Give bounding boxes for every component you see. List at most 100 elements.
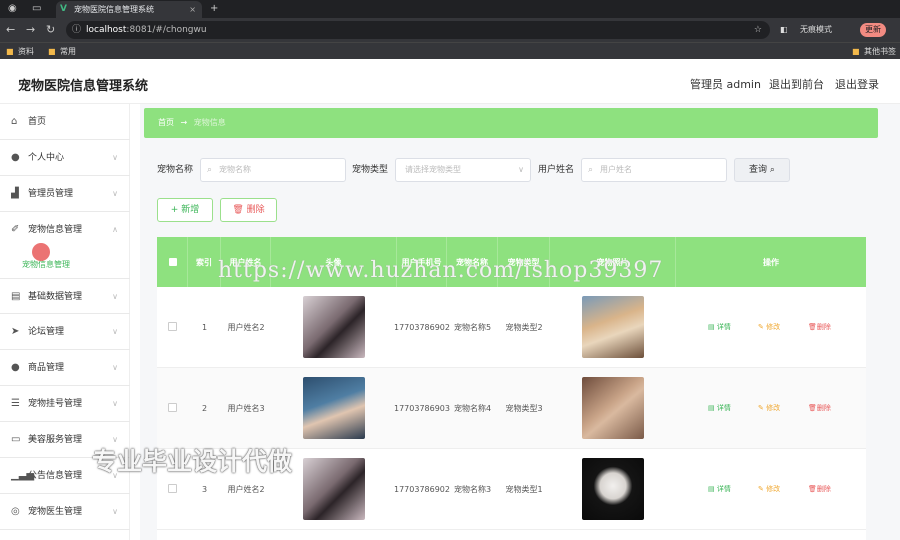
back-to-front-link[interactable]: 退出到前台 — [769, 76, 824, 92]
row-delete-button[interactable]: 🗑删除 — [808, 402, 831, 414]
cell-pet-type: 宠物类型1 — [505, 484, 543, 494]
new-tab-button[interactable]: + — [210, 2, 218, 16]
url-path: :8081/#/chongwu — [126, 25, 207, 35]
table-row: 2 用户姓名3 17703786903 宠物名称4 宠物类型3 ▤ 详情 ✎ 修… — [157, 368, 866, 449]
sidebar-item-label: 宠物信息管理 — [28, 225, 83, 235]
avatar-image — [303, 377, 365, 439]
update-button[interactable]: 更新 — [860, 23, 886, 37]
breadcrumb-home[interactable]: 首页 — [158, 118, 174, 127]
browser-tab-title: 宠物医院信息管理系统 — [74, 5, 154, 14]
chevron-down-icon: ∨ — [112, 399, 118, 408]
pet-type-select[interactable]: 请选择宠物类型 ∨ — [395, 158, 531, 182]
pet-photo-image — [582, 296, 644, 358]
paw-icon: ✐ — [11, 224, 20, 235]
cell-pet-name: 宠物名称3 — [453, 484, 492, 494]
cell-phone: 17703786902 — [394, 484, 450, 494]
trash-icon: 🗑 — [808, 404, 817, 412]
browser-tab[interactable]: V 宠物医院信息管理系统 × — [56, 1, 202, 18]
sidebar-subitem-pet-info[interactable]: 宠物信息管理 — [0, 254, 130, 276]
sidebar-item-label: 基础数据管理 — [28, 292, 83, 302]
edit-button[interactable]: ✎ 修改 — [758, 321, 780, 333]
trash-icon: 🗑 — [808, 485, 817, 493]
sidebar-item-goods[interactable]: ● 商品管理 ∨ — [0, 350, 130, 386]
search-icon: ⌕ — [207, 165, 213, 175]
col-index: 索引 — [188, 237, 221, 287]
detail-button[interactable]: ▤ 详情 — [708, 483, 731, 495]
edit-icon: ✎ — [758, 404, 767, 412]
pet-name-placeholder: 宠物名称 — [219, 165, 251, 174]
select-all-cell — [157, 237, 188, 287]
tab-overview-icon[interactable]: ▭ — [32, 2, 41, 16]
list-icon: ☰ — [11, 398, 20, 409]
query-button[interactable]: 查询 ⌕ — [734, 158, 790, 182]
bookmark-1[interactable]: 资料 — [18, 46, 34, 57]
folder-icon: ■ — [852, 47, 860, 56]
logout-link[interactable]: 退出登录 — [835, 76, 879, 92]
edit-button-label: 修改 — [766, 404, 781, 412]
row-delete-label: 删除 — [816, 323, 831, 331]
detail-button[interactable]: ▤ 详情 — [708, 402, 731, 414]
sidebar-item-home[interactable]: ⌂ 首页 — [0, 104, 130, 140]
cell-phone: 17703786902 — [394, 322, 450, 332]
avatar-image — [303, 458, 365, 520]
address-bar[interactable]: ⓘ localhost:8081/#/chongwu ☆ — [66, 21, 770, 39]
search-icon: ⌕ — [588, 165, 594, 175]
sidebar-item-label: 论坛管理 — [28, 327, 65, 337]
breadcrumb: 首页 → 宠物信息 — [144, 108, 878, 138]
sidebar-item-label: 首页 — [28, 117, 47, 127]
trash-icon: 🗑 — [808, 323, 817, 331]
row-delete-button[interactable]: 🗑删除 — [808, 483, 831, 495]
select-all-checkbox[interactable] — [169, 258, 177, 266]
add-button[interactable]: + 新增 — [157, 198, 213, 222]
url-watermark: https://www.huzhan.com/ishop39397 — [218, 258, 664, 283]
sidebar-item-admin[interactable]: ▟ 管理员管理 ∨ — [0, 176, 130, 212]
row-checkbox[interactable] — [168, 403, 177, 412]
chevron-down-icon: ∨ — [112, 292, 118, 301]
sidebar-item-label: 管理员管理 — [28, 189, 74, 199]
chevron-up-icon: ∧ — [112, 225, 118, 234]
chevron-down-icon: ∨ — [112, 153, 118, 162]
row-delete-label: 删除 — [816, 404, 831, 412]
edit-button-label: 修改 — [766, 323, 781, 331]
reload-icon[interactable]: ↻ — [46, 23, 55, 37]
data-icon: ▤ — [11, 291, 21, 302]
incognito-label[interactable]: 无痕模式 — [800, 22, 832, 38]
user-icon: ● — [11, 362, 20, 373]
row-delete-button[interactable]: 🗑删除 — [808, 321, 831, 333]
detail-button[interactable]: ▤ 详情 — [708, 321, 731, 333]
browser-menu-icon[interactable]: ◉ — [8, 2, 17, 16]
sidebar-item-pet-info[interactable]: ✐ 宠物信息管理 ∧ — [0, 212, 130, 248]
edit-button[interactable]: ✎ 修改 — [758, 402, 780, 414]
pet-name-input[interactable]: ⌕ 宠物名称 — [200, 158, 346, 182]
delete-button[interactable]: 🗑 删除 — [220, 198, 277, 222]
close-tab-icon[interactable]: × — [189, 1, 196, 18]
chevron-down-icon: ∨ — [112, 363, 118, 372]
sidebar-item-base-data[interactable]: ▤ 基础数据管理 ∨ — [0, 278, 130, 314]
pet-type-label: 宠物类型 — [352, 165, 389, 175]
row-checkbox[interactable] — [168, 322, 177, 331]
avatar-image — [303, 296, 365, 358]
sidebar-item-doctor[interactable]: ◎ 宠物医生管理 ∨ — [0, 494, 130, 530]
edit-button[interactable]: ✎ 修改 — [758, 483, 780, 495]
bookmarks-bar: ■ 资料 ■ 常用 ■ 其他书签 — [0, 42, 900, 59]
pet-type-placeholder: 请选择宠物类型 — [405, 165, 461, 174]
table-row: 1 用户姓名2 17703786902 宠物名称5 宠物类型2 ▤ 详情 ✎ 修… — [157, 287, 866, 368]
row-delete-label: 删除 — [816, 485, 831, 493]
browser-toolbar: ← → ↻ ⓘ localhost:8081/#/chongwu ☆ ◧ 无痕模… — [0, 18, 900, 42]
other-bookmarks[interactable]: 其他书签 — [864, 46, 896, 57]
sidebar-item-label: 个人中心 — [28, 153, 65, 163]
bookmark-star-icon[interactable]: ☆ — [754, 21, 762, 39]
row-checkbox[interactable] — [168, 484, 177, 493]
sidebar-item-registration[interactable]: ☰ 宠物挂号管理 ∨ — [0, 386, 130, 422]
sidebar-item-label: 公告信息管理 — [28, 471, 83, 481]
sidebar-item-forum[interactable]: ➤ 论坛管理 ∨ — [0, 314, 130, 350]
sidebar-item-personal[interactable]: ● 个人中心 ∨ — [0, 140, 130, 176]
service-icon: ▭ — [11, 434, 21, 445]
folder-icon: ■ — [6, 47, 14, 56]
back-icon[interactable]: ← — [6, 23, 15, 37]
bookmark-2[interactable]: 常用 — [60, 46, 76, 57]
side-panel-icon[interactable]: ◧ — [780, 22, 788, 38]
info-icon: ⓘ — [72, 25, 82, 35]
user-name-input[interactable]: ⌕ 用户姓名 — [581, 158, 727, 182]
forward-icon[interactable]: → — [26, 23, 35, 37]
